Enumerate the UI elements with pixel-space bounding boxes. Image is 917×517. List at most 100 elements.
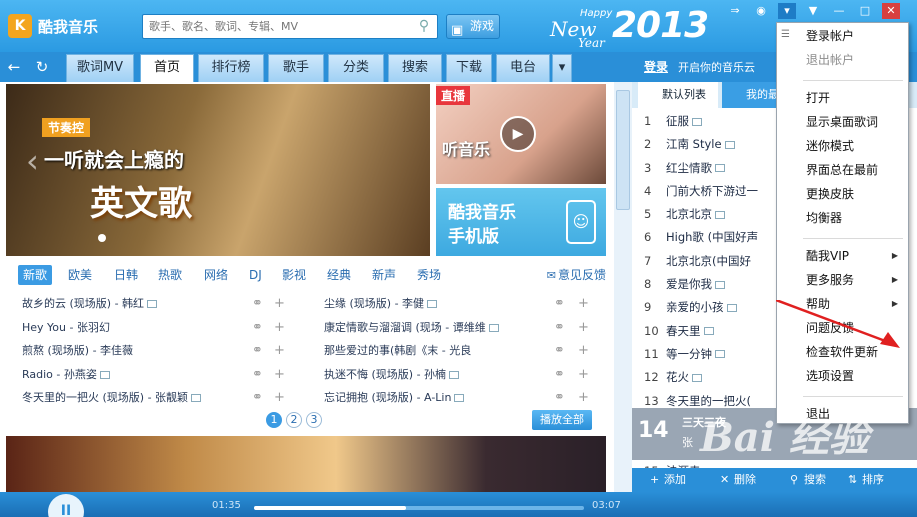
skin-icon[interactable]: ◉ (752, 3, 770, 19)
pause-button[interactable]: II (48, 494, 84, 517)
headphones-icon[interactable]: ⚭ (252, 363, 263, 387)
category-internet[interactable]: 网络 (204, 265, 228, 285)
search-icon[interactable]: ⚲ (790, 468, 798, 492)
mv-icon[interactable] (724, 140, 735, 149)
tab-radio[interactable]: 电台 (496, 54, 550, 82)
list-item[interactable]: 故乡的云 (现场版) - 韩红 (22, 292, 312, 316)
add-icon[interactable]: + (578, 339, 589, 363)
page-1[interactable]: 1 (266, 412, 282, 428)
page-3[interactable]: 3 (306, 412, 322, 428)
live-promo[interactable]: 直播 ▶ 听音乐 (436, 84, 606, 184)
category-jpkr[interactable]: 日韩 (114, 265, 138, 285)
search-input[interactable] (143, 15, 403, 38)
tab-downloads[interactable]: 下载 (446, 54, 492, 82)
menu-item[interactable]: 更换皮肤 (777, 183, 908, 205)
list-item[interactable]: 那些爱过的事(韩剧《末 - 光良 (324, 339, 614, 363)
mobile-app-promo[interactable]: 酷我音乐 手机版 ☺ (436, 188, 606, 256)
sort-button[interactable]: 排序 (862, 468, 884, 492)
add-button[interactable]: 添加 (664, 468, 686, 492)
list-item[interactable]: 康定情歌与溜溜调 (现场 - 谭维维 (324, 316, 614, 340)
mv-icon[interactable] (692, 373, 702, 382)
add-icon[interactable]: + (274, 316, 285, 340)
sort-icon[interactable]: ⇅ (848, 468, 857, 492)
headphones-icon[interactable]: ⚭ (252, 339, 263, 363)
search-icon[interactable]: ⚲ (415, 18, 433, 36)
menu-item[interactable]: 打开 (777, 87, 908, 109)
headphones-icon[interactable]: ⚭ (252, 386, 263, 410)
mv-icon[interactable] (488, 323, 499, 332)
progress-bar[interactable] (254, 506, 584, 510)
tab-singers[interactable]: 歌手 (268, 54, 324, 82)
promo-banner[interactable] (6, 436, 606, 492)
list-item[interactable]: Hey You - 张羽幻 (22, 316, 312, 340)
add-icon[interactable]: + (650, 468, 659, 492)
page-2[interactable]: 2 (286, 412, 302, 428)
banner-carousel[interactable]: ‹ 节奏控 一听就会上瘾的 英文歌 (6, 84, 430, 256)
close-icon[interactable]: ✕ (882, 3, 900, 19)
add-icon[interactable]: + (578, 386, 589, 410)
mini-mode-icon[interactable]: ⇒ (726, 3, 744, 19)
mv-icon[interactable] (715, 280, 725, 289)
maximize-icon[interactable]: □ (856, 3, 874, 19)
category-classic[interactable]: 经典 (327, 265, 351, 285)
mv-icon[interactable] (703, 327, 714, 336)
tab-home[interactable]: 首页 (140, 54, 194, 82)
list-item[interactable]: 忘记拥抱 (现场版) - A-Lin (324, 386, 614, 410)
content-scrollbar[interactable] (614, 82, 632, 492)
headphones-icon[interactable]: ⚭ (554, 363, 565, 387)
category-new[interactable]: 新歌 (18, 265, 53, 285)
mv-icon[interactable] (692, 117, 702, 126)
search-button[interactable]: 搜索 (804, 468, 826, 492)
tab-search[interactable]: 搜索 (388, 54, 442, 82)
menu-icon[interactable]: ▾ (778, 3, 796, 19)
back-icon[interactable]: ← (4, 57, 24, 77)
mv-icon[interactable] (454, 394, 465, 402)
menu-item[interactable]: 选项设置 (777, 365, 908, 387)
category-western[interactable]: 欧美 (68, 265, 92, 285)
refresh-icon[interactable]: ↻ (32, 57, 52, 77)
headphones-icon[interactable]: ⚭ (252, 316, 263, 340)
play-all-button[interactable]: 播放全部 (532, 410, 592, 430)
list-item[interactable]: 执迷不悔 (现场版) - 孙楠 (324, 363, 614, 387)
mv-icon[interactable] (99, 370, 110, 379)
category-hot[interactable]: 热歌 (158, 265, 182, 285)
tab-categories[interactable]: 分类 (328, 54, 384, 82)
menu-item[interactable]: 迷你模式 (777, 135, 908, 157)
mv-icon[interactable] (427, 300, 438, 308)
category-film[interactable]: 影视 (282, 265, 306, 285)
list-item[interactable]: 煎熬 (现场版) - 李佳薇 (22, 339, 312, 363)
mv-icon[interactable] (726, 303, 737, 312)
add-icon[interactable]: + (274, 339, 285, 363)
menu-item[interactable]: 酷我VIP ▶ (777, 245, 908, 267)
tab-charts[interactable]: 排行榜 (198, 54, 264, 82)
scrollbar-thumb[interactable] (616, 90, 630, 210)
add-icon[interactable]: + (578, 363, 589, 387)
menu-item[interactable]: 界面总在最前 (777, 159, 908, 181)
category-show[interactable]: 秀场 (417, 265, 441, 285)
menu-item[interactable]: 均衡器 (777, 207, 908, 229)
login-link[interactable]: 登录 (644, 60, 668, 74)
tab-lyrics-mv[interactable]: 歌词MV (66, 54, 134, 82)
mv-icon[interactable] (191, 394, 202, 402)
headphones-icon[interactable]: ⚭ (554, 386, 565, 410)
add-icon[interactable]: + (578, 292, 589, 316)
category-new-voice[interactable]: 新声 (372, 265, 396, 285)
headphones-icon[interactable]: ⚭ (554, 339, 565, 363)
feedback-link[interactable]: ✉ 意见反馈 (547, 265, 606, 286)
category-dj[interactable]: DJ (249, 265, 262, 285)
headphones-icon[interactable]: ⚭ (554, 292, 565, 316)
menu-item[interactable]: 更多服务 ▶ (777, 269, 908, 291)
headphones-icon[interactable]: ⚭ (252, 292, 263, 316)
delete-button[interactable]: 删除 (734, 468, 756, 492)
mv-icon[interactable] (147, 300, 158, 308)
minimize-icon[interactable]: — (830, 3, 848, 19)
headphones-icon[interactable]: ⚭ (554, 316, 565, 340)
tab-default-list[interactable]: 默认列表 (638, 82, 718, 108)
carousel-prev-icon[interactable]: ‹ (26, 142, 39, 180)
play-icon[interactable]: ▶ (500, 116, 536, 152)
list-item[interactable]: 尘缘 (现场版) - 李健 (324, 292, 614, 316)
list-item[interactable]: 冬天里的一把火 (现场版) - 张靓颖 (22, 386, 312, 410)
carousel-dot[interactable] (98, 234, 106, 242)
mv-icon[interactable] (715, 350, 725, 359)
add-icon[interactable]: + (578, 316, 589, 340)
